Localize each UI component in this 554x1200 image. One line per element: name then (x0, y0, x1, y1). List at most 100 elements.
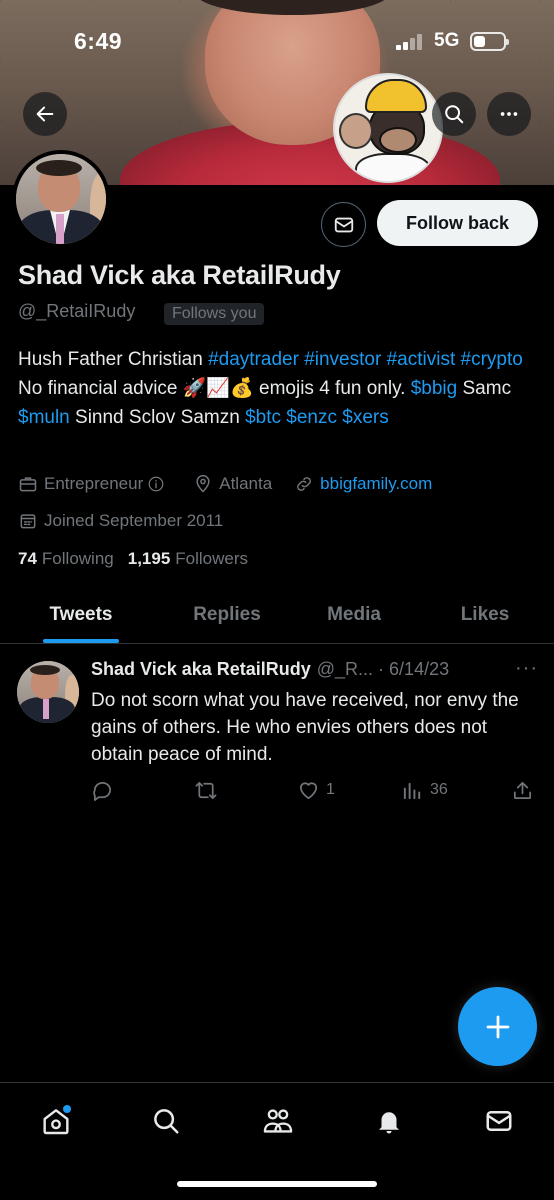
follow-counts: 74 Following 1,195 Followers (18, 549, 262, 569)
bio-tag-link[interactable]: #crypto (461, 349, 523, 370)
joined-label: Joined September 2011 (44, 511, 224, 530)
nav-home[interactable] (36, 1101, 76, 1141)
sticker-ape-muzzle (379, 127, 417, 153)
bio-tag-link[interactable]: #investor (304, 349, 381, 370)
joined-item: Joined September 2011 (18, 511, 223, 531)
tweet-author-name[interactable]: Shad Vick aka RetailRudy (91, 659, 311, 680)
followers-label: Followers (175, 549, 249, 568)
tab-media[interactable]: Media (292, 588, 416, 642)
tab-likes[interactable]: Likes (416, 588, 554, 642)
sticker-hat (365, 79, 427, 113)
profile-avatar[interactable] (12, 150, 110, 248)
reply-button[interactable] (91, 778, 114, 802)
compose-tweet-button[interactable] (458, 987, 537, 1066)
nav-communities[interactable] (258, 1101, 298, 1141)
back-button[interactable] (23, 92, 67, 136)
search-icon (154, 1109, 179, 1134)
bio-tag-link[interactable]: $xers (342, 407, 388, 428)
tweet-text: Do not scorn what you have received, nor… (91, 690, 519, 765)
tweet-handle-date: @_R... · 6/14/23 (316, 659, 450, 679)
share-button[interactable] (511, 778, 534, 802)
profile-name: Shad Vick aka RetailRudy (18, 260, 341, 290)
calendar-icon (20, 514, 36, 529)
nav-messages[interactable] (479, 1101, 519, 1141)
retweet-button[interactable] (193, 778, 219, 802)
home-indicator[interactable] (177, 1181, 377, 1187)
bio-text: Samc (457, 378, 512, 399)
bio-tag-link[interactable]: $btc (245, 407, 281, 428)
nav-search[interactable] (146, 1101, 186, 1141)
tweet-more-icon[interactable]: ··· (515, 657, 538, 680)
reply-icon (93, 781, 112, 801)
followers-count: 1,195 (127, 549, 171, 568)
analytics-icon (403, 782, 421, 799)
communities-icon (263, 1109, 293, 1133)
website-link[interactable]: bbigfamily.com (320, 474, 432, 494)
website-item[interactable]: bbigfamily.com (294, 474, 432, 494)
sticker-body (355, 153, 431, 181)
mail-icon (486, 1111, 512, 1131)
status-bar: 6:49 5G (0, 0, 554, 80)
link-icon (297, 477, 312, 491)
followers-link[interactable]: 1,195 Followers (128, 549, 248, 569)
tweet-header: Shad Vick aka RetailRudy @_R... · 6/14/2… (91, 659, 541, 680)
bio-text: Hush Father Christian (18, 349, 209, 370)
tweet-item[interactable]: Shad Vick aka RetailRudy @_R... · 6/14/2… (0, 645, 554, 815)
bio-text: No financial advice 🚀📈💰 emojis 4 fun onl… (18, 378, 411, 399)
sticker-hand (339, 113, 373, 149)
heart-icon (299, 782, 318, 799)
bio-tag-link[interactable]: $muln (18, 407, 70, 428)
avatar-tie (56, 214, 64, 244)
bio-tag-link[interactable]: $enzc (286, 407, 337, 428)
bio-tag-link[interactable]: #daytrader (208, 349, 299, 370)
banner-ape-sticker (333, 73, 443, 183)
following-link[interactable]: 74 Following (18, 549, 114, 569)
like-count: 1 (326, 781, 335, 798)
tab-replies[interactable]: Replies (162, 588, 292, 642)
following-count: 74 (18, 549, 37, 568)
signal-icon (396, 34, 426, 50)
profile-tabs: Tweets Replies Media Likes (0, 588, 554, 644)
nav-notifications[interactable] (369, 1101, 409, 1141)
message-button[interactable] (321, 202, 366, 247)
more-button[interactable] (487, 92, 531, 136)
more-horizontal-icon (500, 112, 518, 116)
views-button[interactable]: 36 (401, 778, 448, 802)
bio-text: Sinnd Sclov Samzn (69, 407, 246, 428)
battery-level (474, 36, 486, 47)
avatar-hair (30, 665, 60, 675)
bio-tag-link[interactable]: $bbig (411, 378, 458, 399)
bio-tag-link[interactable]: #activist (387, 349, 456, 370)
profile-meta: Entrepreneur Atlanta bbigfamily.com Join… (18, 472, 543, 530)
bell-icon (379, 1112, 399, 1134)
arrow-left-icon (36, 106, 54, 122)
category-item[interactable]: Entrepreneur (18, 474, 171, 494)
battery-icon (470, 32, 509, 51)
profile-handle: @_RetaiIRudy (18, 301, 136, 321)
avatar-hair (36, 160, 82, 176)
status-time: 6:49 (74, 28, 123, 54)
retweet-icon (195, 781, 217, 799)
briefcase-icon (19, 477, 37, 492)
network-label: 5G (434, 30, 460, 51)
category-label: Entrepreneur (44, 474, 144, 493)
mail-icon (334, 217, 353, 232)
plus-icon (486, 1015, 509, 1038)
tweet-actions: 1 36 (91, 778, 537, 802)
location-pin-icon (196, 474, 210, 493)
location-label: Atlanta (219, 474, 273, 493)
share-icon (513, 781, 532, 799)
location-item: Atlanta (193, 474, 272, 494)
info-icon (148, 476, 164, 492)
follow-back-button[interactable]: Follow back (377, 200, 538, 246)
search-button[interactable] (432, 92, 476, 136)
like-button[interactable]: 1 (297, 778, 335, 802)
following-label: Following (41, 549, 114, 568)
follows-you-badge: Follows you (164, 303, 265, 325)
tab-tweets[interactable]: Tweets (0, 588, 162, 642)
tweet-avatar[interactable] (17, 661, 79, 723)
avatar-tie (43, 699, 49, 719)
search-icon (445, 105, 464, 124)
view-count: 36 (430, 781, 448, 798)
notification-dot (63, 1105, 71, 1113)
